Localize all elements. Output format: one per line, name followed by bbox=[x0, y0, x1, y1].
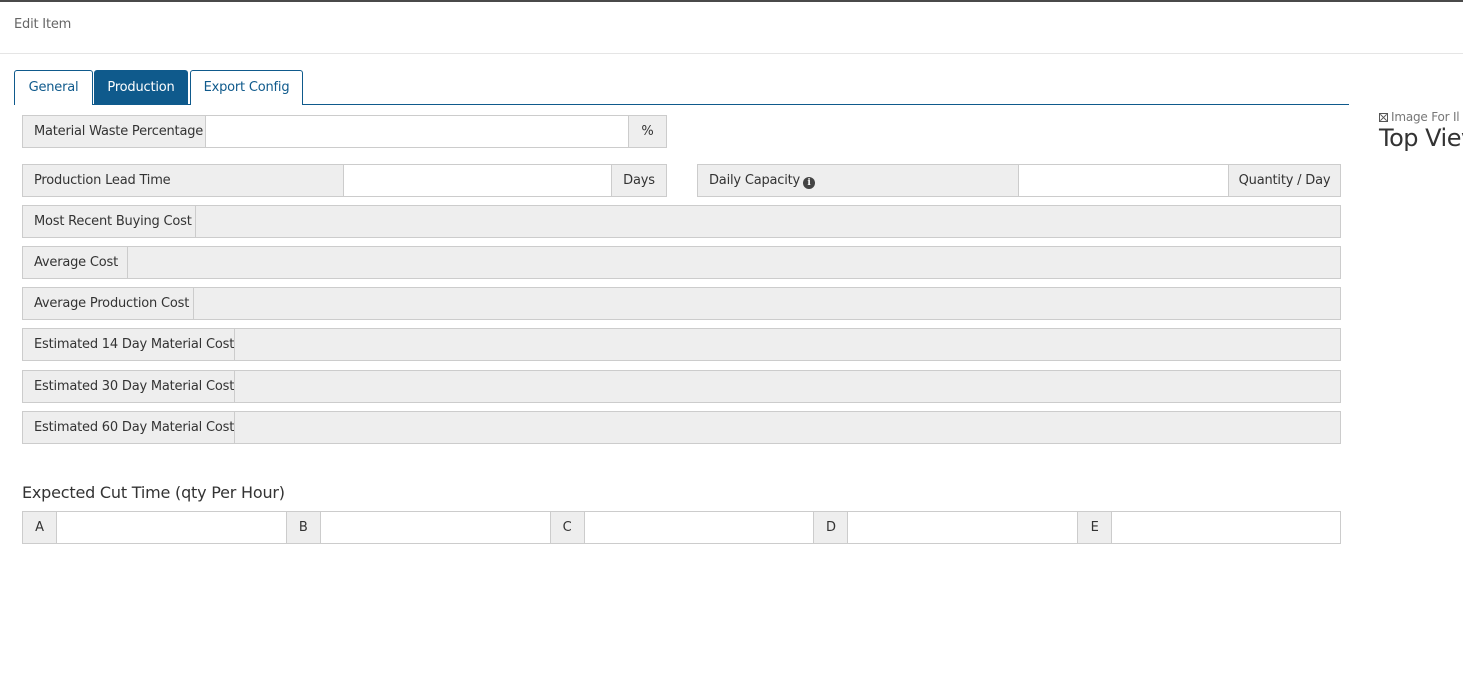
cut-time-input-c[interactable] bbox=[583, 511, 815, 544]
daily-capacity-label: Daily Capacity bbox=[709, 173, 801, 188]
info-icon[interactable]: i bbox=[803, 177, 816, 189]
average-cost-input bbox=[127, 246, 1341, 279]
cut-time-label-b: B bbox=[285, 511, 321, 544]
expand-icon[interactable] bbox=[1379, 113, 1388, 122]
estimated-60-day-label: Estimated 60 Day Material Cost bbox=[22, 411, 235, 444]
material-waste-input[interactable] bbox=[205, 115, 629, 148]
estimated-60-day-group: Estimated 60 Day Material Cost bbox=[22, 411, 1341, 444]
window-top-border bbox=[0, 0, 1463, 2]
daily-capacity-group: Daily Capacity i Quantity / Day bbox=[697, 164, 1341, 197]
tab-general[interactable]: General bbox=[14, 70, 93, 105]
estimated-14-day-input bbox=[234, 328, 1341, 361]
estimated-14-day-group: Estimated 14 Day Material Cost bbox=[22, 328, 1341, 361]
cut-time-group: A B C D E bbox=[22, 511, 1341, 544]
image-side-panel: Image For Il Top Viev bbox=[1379, 110, 1463, 152]
lead-time-input[interactable] bbox=[343, 164, 612, 197]
days-addon: Days bbox=[611, 164, 667, 197]
average-production-cost-group: Average Production Cost bbox=[22, 287, 1341, 320]
cut-time-label-c: C bbox=[549, 511, 585, 544]
recent-buying-cost-input bbox=[195, 205, 1341, 238]
estimated-30-day-group: Estimated 30 Day Material Cost bbox=[22, 370, 1341, 403]
estimated-30-day-input bbox=[234, 370, 1341, 403]
average-production-cost-input bbox=[193, 287, 1341, 320]
cut-time-input-a[interactable] bbox=[55, 511, 287, 544]
estimated-14-day-label: Estimated 14 Day Material Cost bbox=[22, 328, 235, 361]
cut-time-input-d[interactable] bbox=[847, 511, 1079, 544]
average-cost-label: Average Cost bbox=[22, 246, 128, 279]
average-cost-group: Average Cost bbox=[22, 246, 1341, 279]
cut-time-label-d: D bbox=[813, 511, 849, 544]
image-caption: Image For Il bbox=[1379, 110, 1463, 124]
material-waste-group: Material Waste Percentage % bbox=[22, 115, 667, 148]
cut-time-section-title: Expected Cut Time (qty Per Hour) bbox=[22, 483, 285, 502]
material-waste-label: Material Waste Percentage bbox=[22, 115, 206, 148]
percent-addon: % bbox=[628, 115, 667, 148]
quantity-per-day-addon: Quantity / Day bbox=[1228, 164, 1341, 197]
tab-export-config[interactable]: Export Config bbox=[190, 70, 303, 105]
estimated-30-day-label: Estimated 30 Day Material Cost bbox=[22, 370, 235, 403]
recent-buying-cost-label: Most Recent Buying Cost bbox=[22, 205, 196, 238]
cut-time-input-e[interactable] bbox=[1111, 511, 1341, 544]
estimated-60-day-input bbox=[234, 411, 1341, 444]
header-divider bbox=[0, 53, 1463, 54]
daily-capacity-input[interactable] bbox=[1018, 164, 1229, 197]
modal-title: Edit Item bbox=[14, 17, 72, 32]
daily-capacity-label-cell: Daily Capacity i bbox=[697, 164, 1019, 197]
cut-time-input-b[interactable] bbox=[319, 511, 551, 544]
cut-time-label-a: A bbox=[22, 511, 57, 544]
image-caption-text: Image For Il bbox=[1391, 110, 1460, 124]
tab-bar: General Production Export Config bbox=[14, 70, 1349, 106]
top-view-title: Top Viev bbox=[1379, 124, 1463, 152]
lead-time-label: Production Lead Time bbox=[22, 164, 344, 197]
lead-time-group: Production Lead Time Days bbox=[22, 164, 667, 197]
tab-production[interactable]: Production bbox=[94, 70, 188, 105]
recent-buying-cost-group: Most Recent Buying Cost bbox=[22, 205, 1341, 238]
average-production-cost-label: Average Production Cost bbox=[22, 287, 194, 320]
cut-time-label-e: E bbox=[1077, 511, 1113, 544]
